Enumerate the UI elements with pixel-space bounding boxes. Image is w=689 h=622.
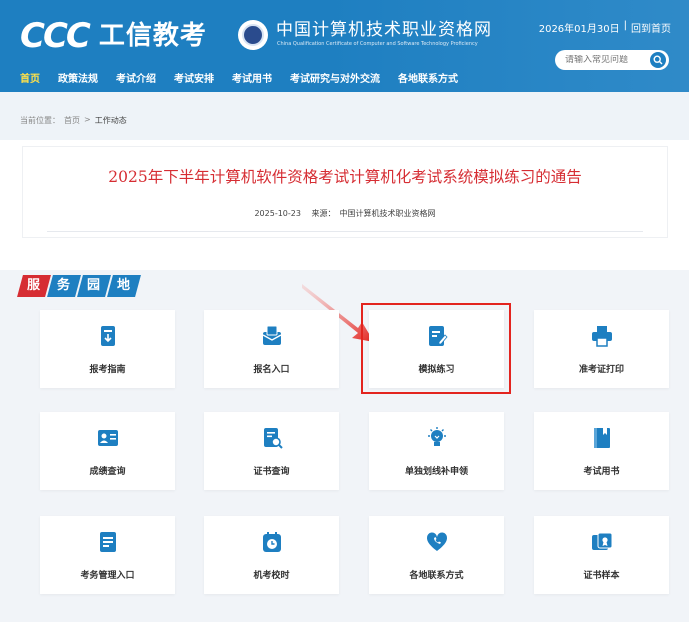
service-card-label: 机考校时 — [253, 571, 290, 581]
logo-ccc: CCC — [20, 16, 91, 56]
article-source: 中国计算机技术职业资格网 — [339, 209, 436, 218]
service-card-label: 报名入口 — [253, 365, 290, 375]
service-card-label: 考试用书 — [583, 467, 620, 477]
service-card-printer[interactable]: 准考证打印 — [534, 310, 669, 388]
article-title: 2025年下半年计算机软件资格考试计算机化考试系统模拟练习的通告 — [108, 168, 582, 186]
site-logo[interactable]: CCC 工信教考 — [20, 18, 207, 54]
service-card-register[interactable]: 报名入口 — [204, 310, 339, 388]
separator: | — [623, 20, 627, 31]
search-button[interactable] — [650, 52, 666, 68]
site-header: CCC 工信教考 中国计算机技术职业资格网 China Qualificatio… — [0, 0, 689, 92]
service-card-label: 报考指南 — [89, 365, 126, 375]
main-nav: 首页 政策法规 考试介绍 考试安排 考试用书 考试研究与对外交流 各地联系方式 — [0, 70, 467, 90]
book-icon — [590, 426, 614, 450]
service-card-certificate-sample[interactable]: 证书样本 — [534, 516, 669, 594]
service-card-label: 单独划线补申领 — [404, 467, 468, 477]
service-card-clock[interactable]: 机考校时 — [204, 516, 339, 594]
emblem-icon — [238, 20, 268, 50]
date-links: 2026年01月30日 | 回到首页 — [539, 20, 671, 35]
nav-home[interactable]: 首页 — [0, 70, 49, 90]
article-source-label: 来源： — [311, 209, 336, 218]
breadcrumb-current[interactable]: 工作动态 — [95, 115, 127, 126]
service-card-label: 成绩查询 — [89, 467, 126, 477]
phone-icon — [425, 530, 449, 554]
register-icon — [260, 324, 284, 348]
guide-icon — [96, 324, 120, 348]
highlight-box — [361, 303, 511, 394]
exam-admin-icon — [96, 530, 120, 554]
breadcrumb-home[interactable]: 首页 — [64, 115, 80, 126]
lightbulb-icon — [425, 426, 449, 450]
article-date: 2025-10-23 — [254, 209, 301, 218]
nav-exam-intro[interactable]: 考试介绍 — [107, 70, 165, 90]
nav-policy[interactable]: 政策法规 — [49, 70, 107, 90]
service-tag-char: 地 — [117, 278, 131, 293]
service-card-label: 证书查询 — [253, 467, 290, 477]
nav-regional-contacts[interactable]: 各地联系方式 — [389, 70, 467, 90]
clock-icon — [260, 530, 284, 554]
service-card-label: 证书样本 — [583, 571, 620, 581]
breadcrumb: 当前位置： 首页 > 工作动态 — [20, 115, 127, 126]
service-card-lightbulb[interactable]: 单独划线补申领 — [369, 412, 504, 490]
article-meta: 2025-10-23 来源： 中国计算机技术职业资格网 — [23, 208, 667, 219]
certificate-search-icon — [260, 426, 284, 450]
service-tag-char: 服 — [27, 278, 41, 293]
home-link[interactable]: 回到首页 — [631, 20, 671, 35]
service-card-certificate-search[interactable]: 证书查询 — [204, 412, 339, 490]
service-tag-char: 园 — [87, 278, 101, 293]
nav-research-exchange[interactable]: 考试研究与对外交流 — [281, 70, 389, 90]
service-card-book[interactable]: 考试用书 — [534, 412, 669, 490]
search-box — [555, 50, 669, 70]
article-panel: 2025年下半年计算机软件资格考试计算机化考试系统模拟练习的通告 2025-10… — [22, 146, 668, 238]
nav-exam-schedule[interactable]: 考试安排 — [165, 70, 223, 90]
divider — [47, 231, 643, 232]
search-icon — [653, 55, 663, 65]
score-icon — [96, 426, 120, 450]
logo-name: 工信教考 — [98, 21, 207, 51]
site-subtitle: China Qualification Certificate of Compu… — [277, 41, 478, 47]
breadcrumb-sep: > — [84, 115, 91, 124]
service-tag-char: 务 — [57, 278, 71, 293]
search-input[interactable] — [565, 55, 645, 65]
printer-icon — [590, 324, 614, 348]
breadcrumb-prefix: 当前位置： — [20, 116, 60, 125]
current-date: 2026年01月30日 — [538, 24, 620, 35]
service-card-label: 各地联系方式 — [409, 571, 464, 581]
nav-exam-books[interactable]: 考试用书 — [223, 70, 281, 90]
service-card-guide[interactable]: 报考指南 — [40, 310, 175, 388]
certificate-sample-icon — [590, 530, 614, 554]
service-card-score[interactable]: 成绩查询 — [40, 412, 175, 490]
service-card-exam-admin[interactable]: 考务管理入口 — [40, 516, 175, 594]
service-card-label: 准考证打印 — [578, 365, 624, 375]
service-card-label: 考务管理入口 — [80, 571, 135, 581]
service-tag: 服 务 园 地 — [17, 275, 141, 297]
service-card-phone[interactable]: 各地联系方式 — [369, 516, 504, 594]
site-title: 中国计算机技术职业资格网 — [276, 20, 492, 40]
